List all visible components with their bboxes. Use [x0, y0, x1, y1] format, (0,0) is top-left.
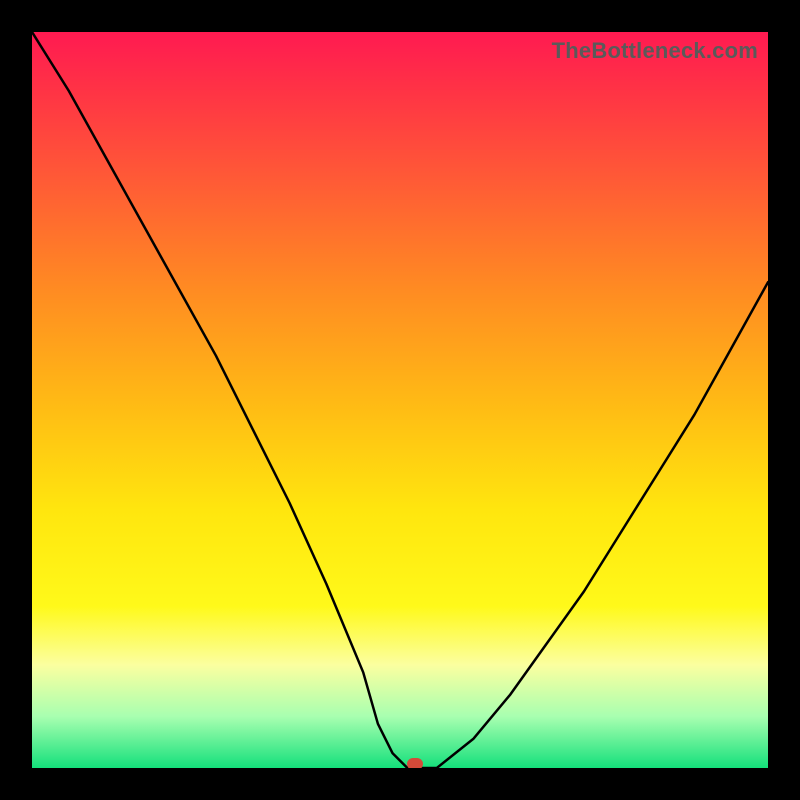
plot-area: TheBottleneck.com: [32, 32, 768, 768]
minimum-marker: [407, 758, 423, 768]
chart-frame: TheBottleneck.com: [0, 0, 800, 800]
bottleneck-curve: [32, 32, 768, 768]
